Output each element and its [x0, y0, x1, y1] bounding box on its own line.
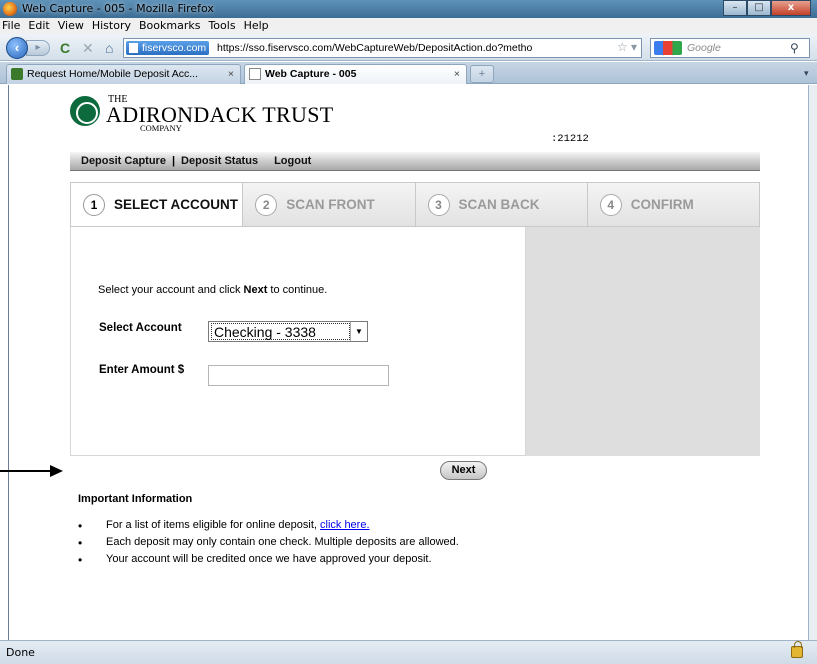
tab-strip: Request Home/Mobile Deposit Acc... × Web…	[0, 62, 817, 84]
window-title: Web Capture - 005 - Mozilla Firefox	[22, 2, 214, 15]
search-engine-icon[interactable]	[654, 41, 682, 55]
tab-request-home[interactable]: Request Home/Mobile Deposit Acc... ×	[6, 64, 241, 84]
menu-help[interactable]: Help	[244, 18, 269, 34]
stop-icon[interactable]: ✕	[82, 40, 94, 56]
back-button[interactable]: ‹	[6, 37, 28, 59]
menu-edit[interactable]: Edit	[28, 18, 49, 34]
menu-tools[interactable]: Tools	[208, 18, 235, 34]
tab-label: Web Capture - 005	[265, 68, 357, 80]
magnifier-icon[interactable]: ⚲	[790, 41, 799, 55]
wizard-steps: 1 SELECT ACCOUNT 2 SCAN FRONT 3 SCAN BAC…	[70, 182, 760, 227]
list-item: • For a list of items eligible for onlin…	[78, 519, 459, 536]
step-select-account: 1 SELECT ACCOUNT	[71, 183, 244, 226]
reload-icon[interactable]: C	[60, 40, 70, 56]
home-icon[interactable]: ⌂	[105, 40, 113, 56]
info-text: For a list of items eligible for online …	[106, 519, 320, 531]
menu-file[interactable]: File	[2, 18, 20, 34]
menu-history[interactable]: History	[92, 18, 131, 34]
nav-logout[interactable]: Logout	[274, 155, 311, 167]
url-text[interactable]: https://sso.fiservsco.com/WebCaptureWeb/…	[217, 42, 622, 54]
instruction-bold: Next	[243, 284, 268, 296]
maximize-button[interactable]: □	[747, 0, 771, 16]
important-info-list: • For a list of items eligible for onlin…	[78, 519, 459, 570]
instruction-text-end: to continue.	[267, 284, 328, 296]
nav-separator: |	[171, 155, 176, 167]
step-scan-back: 3 SCAN BACK	[415, 183, 588, 226]
annotation-arrow-icon	[0, 465, 64, 477]
step-label: SCAN BACK	[458, 197, 540, 212]
step-number: 1	[83, 194, 105, 216]
status-text: Done	[6, 646, 35, 659]
bank-seal-icon	[70, 96, 100, 126]
step-number: 4	[599, 194, 622, 216]
form-instruction: Select your account and click Next to co…	[98, 284, 327, 296]
step-confirm: 4 CONFIRM	[587, 183, 759, 226]
site-identity-badge[interactable]: fiservsco.com	[126, 41, 210, 55]
tab-list-icon[interactable]: ▾	[804, 68, 809, 79]
bullet: •	[78, 536, 83, 550]
menu-bar: File Edit View History Bookmarks Tools H…	[0, 18, 817, 34]
window-titlebar: Web Capture - 005 - Mozilla Firefox – □ …	[0, 0, 817, 18]
app-navigation: Deposit Capture | Deposit Status Logout	[70, 152, 760, 171]
tab-web-capture[interactable]: Web Capture - 005 ×	[244, 64, 467, 84]
bullet: •	[78, 519, 83, 533]
bullet: •	[78, 553, 83, 567]
page-favicon-icon	[249, 68, 261, 80]
menu-bookmarks[interactable]: Bookmarks	[139, 18, 200, 34]
page-viewport: THE ADIRONDACK TRUST COMPANY :21212 Depo…	[0, 85, 817, 640]
step-label: SCAN FRONT	[286, 197, 375, 212]
list-item: • Your account will be credited once we …	[78, 553, 459, 570]
firefox-icon	[3, 2, 17, 16]
nav-deposit-status[interactable]: Deposit Status	[181, 155, 258, 167]
logo-company: COMPANY	[140, 123, 182, 133]
window-controls: – □ x	[723, 0, 811, 16]
nav-deposit-capture[interactable]: Deposit Capture	[81, 155, 166, 167]
info-text: Each deposit may only contain one check.…	[106, 536, 459, 548]
step-number: 3	[427, 194, 450, 216]
w-favicon-icon	[11, 68, 23, 80]
step-label: CONFIRM	[630, 197, 694, 212]
minimize-button[interactable]: –	[723, 0, 747, 16]
scrollbar-track[interactable]	[808, 85, 817, 640]
account-select-value[interactable]: Checking - 3338	[211, 323, 350, 340]
account-id: :21212	[551, 133, 589, 145]
new-tab-button[interactable]: +	[470, 65, 494, 83]
amount-input[interactable]	[208, 365, 389, 386]
back-arrow-icon: ‹	[14, 40, 20, 55]
padlock-icon[interactable]	[791, 641, 803, 658]
bookmark-star-icon[interactable]: ☆ ▾	[617, 40, 637, 54]
step-label: SELECT ACCOUNT	[114, 197, 238, 212]
url-bar[interactable]: fiservsco.com https://sso.fiservsco.com/…	[123, 38, 642, 58]
tab-close-icon[interactable]: ×	[228, 65, 234, 83]
menu-view[interactable]: View	[58, 18, 84, 34]
close-window-button[interactable]: x	[771, 0, 811, 16]
next-button[interactable]: Next	[440, 461, 487, 480]
side-panel	[526, 227, 760, 456]
enter-amount-label: Enter Amount $	[99, 364, 185, 376]
search-placeholder: Google	[687, 42, 721, 54]
forward-arrow-icon: ▸	[35, 42, 41, 53]
deposit-form-panel: Select your account and click Next to co…	[70, 227, 526, 456]
tab-label: Request Home/Mobile Deposit Acc...	[27, 68, 198, 80]
step-scan-front: 2 SCAN FRONT	[243, 183, 416, 226]
page-left-edge	[0, 85, 9, 640]
step-number: 2	[255, 194, 278, 216]
status-bar: Done	[0, 640, 817, 664]
forward-button[interactable]: ▸	[26, 40, 50, 56]
list-item: • Each deposit may only contain one chec…	[78, 536, 459, 553]
tab-close-icon[interactable]: ×	[454, 65, 460, 83]
search-bar[interactable]: Google	[650, 38, 810, 58]
dropdown-arrow-icon[interactable]: ▼	[350, 322, 367, 341]
select-account-label: Select Account	[99, 322, 182, 334]
important-info-title: Important Information	[78, 493, 193, 505]
instruction-text: Select your account and click	[98, 284, 244, 296]
navigation-toolbar: ▸ ‹ C ✕ ⌂ fiservsco.com https://sso.fise…	[0, 34, 817, 61]
info-text: Your account will be credited once we ha…	[106, 553, 432, 565]
click-here-link[interactable]: click here.	[320, 519, 370, 531]
account-select[interactable]: Checking - 3338 ▼	[208, 321, 368, 342]
